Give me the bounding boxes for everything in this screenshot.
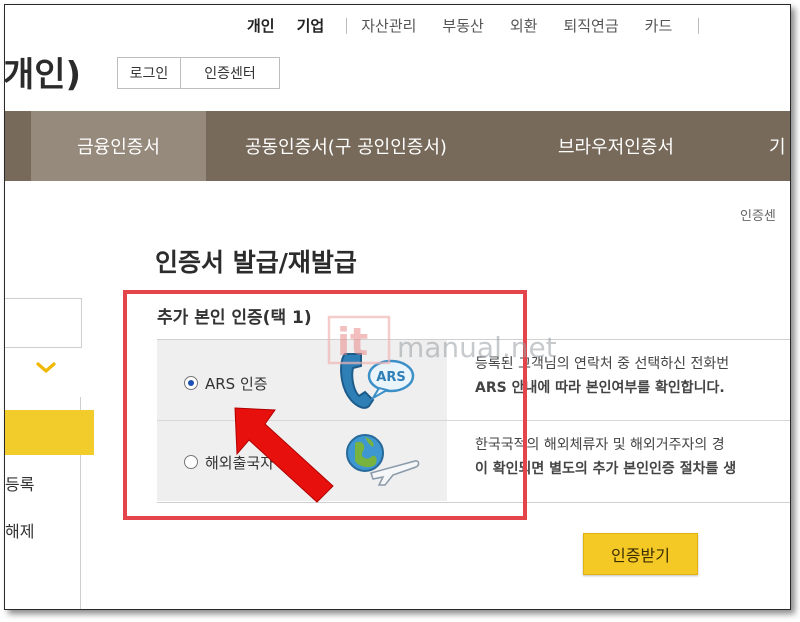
- nav-divider: [346, 17, 348, 34]
- top-utility-nav: 개인 기업 자산관리 부동산 외환 퇴직연금 카드: [247, 15, 713, 36]
- annotation-arrow-icon: [234, 407, 334, 503]
- nav-corporate-link[interactable]: 기업: [297, 15, 325, 36]
- cert-center-button[interactable]: 인증센터: [181, 57, 280, 89]
- nav-divider: [698, 17, 700, 34]
- sidebar-item-release[interactable]: 해제: [5, 518, 34, 542]
- page-title: 인증서 발급/재발급: [155, 248, 357, 277]
- nav-fx-link[interactable]: 외환: [510, 15, 538, 36]
- nav-card-link[interactable]: 카드: [645, 15, 673, 36]
- tab-browser-cert[interactable]: 브라우저인증서: [558, 111, 674, 181]
- main-nav-bar: 금융인증서 공동인증서(구 공인인증서) 브라우저인증서 기: [5, 111, 790, 181]
- site-brand-title[interactable]: 개인): [5, 47, 81, 96]
- browser-viewport: 개인 기업 자산관리 부동산 외환 퇴직연금 카드 개인) 로그인 인증센터 금…: [4, 4, 791, 610]
- sidebar-item-register[interactable]: 등록: [5, 471, 34, 495]
- nav-pension-link[interactable]: 퇴직연금: [563, 15, 618, 36]
- breadcrumb[interactable]: 인증센: [740, 205, 776, 224]
- tab-financial-cert[interactable]: 금융인증서: [31, 111, 206, 181]
- chevron-down-icon[interactable]: [35, 361, 57, 375]
- login-button[interactable]: 로그인: [117, 57, 181, 89]
- verify-submit-button[interactable]: 인증받기: [583, 533, 698, 575]
- tab-more[interactable]: 기: [769, 111, 786, 181]
- sidebar-menu-header[interactable]: [5, 298, 82, 348]
- nav-realestate-link[interactable]: 부동산: [442, 15, 483, 36]
- sidebar-item-active[interactable]: [5, 410, 94, 455]
- nav-personal-link[interactable]: 개인: [247, 15, 275, 36]
- tab-joint-cert[interactable]: 공동인증서(구 공인인증서): [245, 111, 447, 181]
- nav-asset-link[interactable]: 자산관리: [361, 15, 416, 36]
